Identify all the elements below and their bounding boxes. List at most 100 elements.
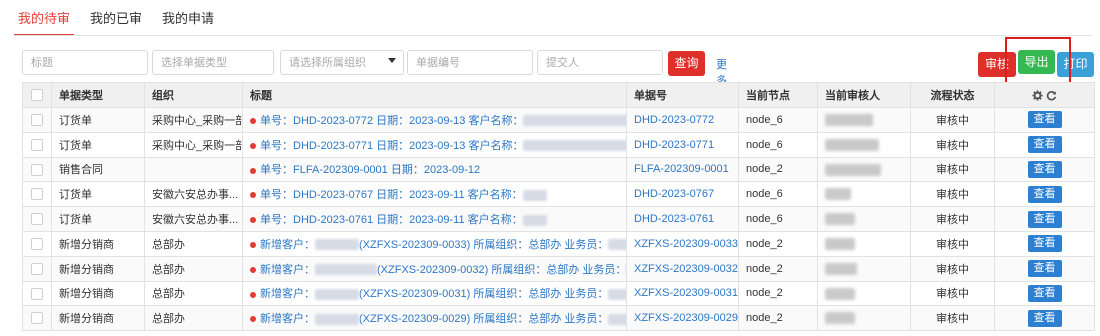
- row-title-link[interactable]: 单号：DHD-2023-0772 日期：2023-09-13 客户名称：: [260, 114, 626, 127]
- row-checkbox[interactable]: [31, 312, 43, 325]
- table-header-row: 单据类型 组织 标题 单据号 当前节点 当前审核人 流程状态: [22, 82, 1095, 108]
- row-doctype: 新增分销商: [51, 280, 145, 307]
- row-checkbox[interactable]: [31, 138, 43, 151]
- row-reviewer: [817, 156, 911, 183]
- row-checkbox[interactable]: [31, 262, 43, 275]
- table-row[interactable]: 订货单 采购中心_采购一部 单号：DHD-2023-0772 日期：2023-09-…: [22, 107, 1095, 133]
- row-title-text: 单号：DHD-2023-0772 日期：2023-09-13 客户名称：: [260, 114, 524, 127]
- table-row[interactable]: 销售合同 单号：FLFA-202309-0001 日期：2023-09-12 FLF…: [22, 156, 1095, 183]
- row-select-cell: [22, 280, 52, 307]
- row-checkbox[interactable]: [31, 163, 43, 176]
- row-docno-link[interactable]: DHD-2023-0761: [626, 206, 739, 232]
- col-docno: 单据号: [626, 82, 739, 108]
- row-title: 新增客户： (XZFXS-202309-0029) 所属组织：总部办 业务员：: [242, 305, 627, 332]
- col-org: 组织: [144, 82, 243, 108]
- row-doctype: 订货单: [51, 131, 145, 158]
- redacted-text: [315, 239, 359, 251]
- row-checkbox[interactable]: [31, 237, 43, 250]
- table-row[interactable]: 新增分销商 总部办 新增客户： (XZFXS-202309-0031) 所属组织：总部…: [22, 280, 1095, 307]
- row-docno-link[interactable]: XZFXS-202309-0033: [626, 230, 739, 257]
- row-doctype: 新增分销商: [51, 255, 145, 282]
- doctype-select[interactable]: [152, 50, 274, 75]
- view-button[interactable]: 查看: [1027, 210, 1062, 228]
- row-title-link[interactable]: 单号：FLFA-202309-0001 日期：2023-09-12: [260, 164, 480, 176]
- row-docno-link[interactable]: DHD-2023-0771: [626, 131, 739, 158]
- row-checkbox[interactable]: [31, 188, 43, 201]
- search-button[interactable]: 查询: [668, 51, 705, 76]
- org-select[interactable]: [280, 50, 404, 75]
- row-checkbox[interactable]: [31, 113, 43, 126]
- redacted-reviewer: [825, 287, 855, 300]
- tab-pending-review[interactable]: 我的待审: [14, 6, 75, 36]
- row-docno-link[interactable]: DHD-2023-0767: [626, 181, 739, 208]
- row-checkbox[interactable]: [31, 287, 43, 300]
- row-title-link[interactable]: 单号：DHD-2023-0761 日期：2023-09-11 客户名称：: [260, 214, 547, 226]
- row-actions: 查看: [994, 156, 1095, 183]
- redacted-text: [608, 313, 626, 325]
- view-button[interactable]: 查看: [1027, 185, 1062, 203]
- row-select-cell: [22, 206, 52, 232]
- row-status: 审核中: [910, 230, 995, 257]
- row-docno-link[interactable]: XZFXS-202309-0031: [626, 280, 739, 307]
- submitter-input[interactable]: [537, 50, 663, 75]
- row-checkbox[interactable]: [31, 213, 43, 226]
- row-docno-link[interactable]: DHD-2023-0772: [626, 107, 739, 133]
- row-select-cell: [22, 305, 52, 332]
- row-docno-link[interactable]: XZFXS-202309-0032: [626, 255, 739, 282]
- table-row[interactable]: 新增分销商 总部办 新增客户： (XZFXS-202309-0032) 所属组织：总部…: [22, 255, 1095, 282]
- refresh-icon[interactable]: [1046, 90, 1057, 101]
- row-node: node_2: [738, 230, 818, 257]
- row-doctype: 订货单: [51, 181, 145, 208]
- redacted-reviewer: [825, 213, 855, 226]
- view-button[interactable]: 查看: [1027, 284, 1062, 302]
- row-title-text: 新增客户：: [260, 288, 315, 301]
- row-title-link[interactable]: 新增客户： (XZFXS-202309-0029) 所属组织：总部办 业务员：: [260, 313, 626, 326]
- row-docno-link[interactable]: FLFA-202309-0001: [626, 156, 739, 183]
- row-title-link[interactable]: 单号：DHD-2023-0767 日期：2023-09-11 客户名称：: [260, 189, 547, 201]
- view-button[interactable]: 查看: [1027, 160, 1062, 178]
- row-title-link[interactable]: 新增客户： (XZFXS-202309-0032) 所属组织：总部办 业务员：: [260, 264, 626, 276]
- redacted-reviewer: [825, 312, 855, 325]
- view-button[interactable]: 查看: [1027, 235, 1062, 253]
- table-row[interactable]: 订货单 采购中心_采购一部 单号：DHD-2023-0771 日期：2023-09-…: [22, 131, 1095, 158]
- docno-input[interactable]: [407, 50, 533, 75]
- row-node: node_6: [738, 206, 818, 232]
- row-title-link[interactable]: 单号：DHD-2023-0771 日期：2023-09-13 客户名称：: [260, 140, 626, 152]
- row-docno-link[interactable]: XZFXS-202309-0029: [626, 305, 739, 332]
- redacted-text: [522, 214, 547, 226]
- row-org: 采购中心_采购一部: [144, 131, 243, 158]
- table-row[interactable]: 订货单 安徽六安总办事... 单号：DHD-2023-0761 日期：2023-09…: [22, 206, 1095, 232]
- row-title-link[interactable]: 新增客户： (XZFXS-202309-0033) 所属组织：总部办 业务员：: [260, 239, 626, 251]
- row-node: node_2: [738, 255, 818, 282]
- row-title-detail: (XZFXS-202309-0029) 所属组织：总部办 业务员：: [359, 313, 609, 326]
- row-actions: 查看: [994, 181, 1095, 208]
- row-org: 采购中心_采购一部: [144, 107, 243, 133]
- tab-my-applications[interactable]: 我的申请: [158, 6, 218, 36]
- status-dot-icon: [250, 217, 256, 224]
- view-button[interactable]: 查看: [1027, 111, 1062, 129]
- row-title: 单号：DHD-2023-0772 日期：2023-09-13 客户名称：: [242, 107, 627, 133]
- row-title-text: 新增客户：: [260, 313, 315, 326]
- row-title-link[interactable]: 新增客户： (XZFXS-202309-0031) 所属组织：总部办 业务员：: [260, 288, 626, 301]
- title-input[interactable]: [22, 50, 148, 75]
- table-row[interactable]: 订货单 安徽六安总办事... 单号：DHD-2023-0767 日期：2023-09…: [22, 181, 1095, 208]
- redacted-reviewer: [825, 138, 879, 151]
- row-status: 审核中: [910, 280, 995, 307]
- status-dot-icon: [250, 167, 256, 174]
- gear-icon[interactable]: [1032, 90, 1043, 101]
- row-title: 单号：DHD-2023-0771 日期：2023-09-13 客户名称：: [242, 131, 627, 158]
- view-button[interactable]: 查看: [1027, 309, 1062, 327]
- redacted-text: [315, 313, 359, 325]
- view-button[interactable]: 查看: [1027, 136, 1062, 154]
- table-row[interactable]: 新增分销商 总部办 新增客户： (XZFXS-202309-0029) 所属组织：总部…: [22, 305, 1095, 332]
- row-actions: 查看: [994, 255, 1095, 282]
- redacted-text: [315, 289, 359, 301]
- select-all-checkbox[interactable]: [31, 89, 43, 102]
- row-status: 审核中: [910, 305, 995, 332]
- row-doctype: 新增分销商: [51, 230, 145, 257]
- tab-reviewed[interactable]: 我的已审: [86, 6, 146, 36]
- table-row[interactable]: 新增分销商 总部办 新增客户： (XZFXS-202309-0033) 所属组织：总部…: [22, 230, 1095, 257]
- view-button[interactable]: 查看: [1027, 260, 1062, 278]
- review-table: 单据类型 组织 标题 单据号 当前节点 当前审核人 流程状态 订货单 采购中心_采…: [22, 82, 1095, 332]
- row-title-detail: (XZFXS-202309-0031) 所属组织：总部办 业务员：: [359, 288, 609, 301]
